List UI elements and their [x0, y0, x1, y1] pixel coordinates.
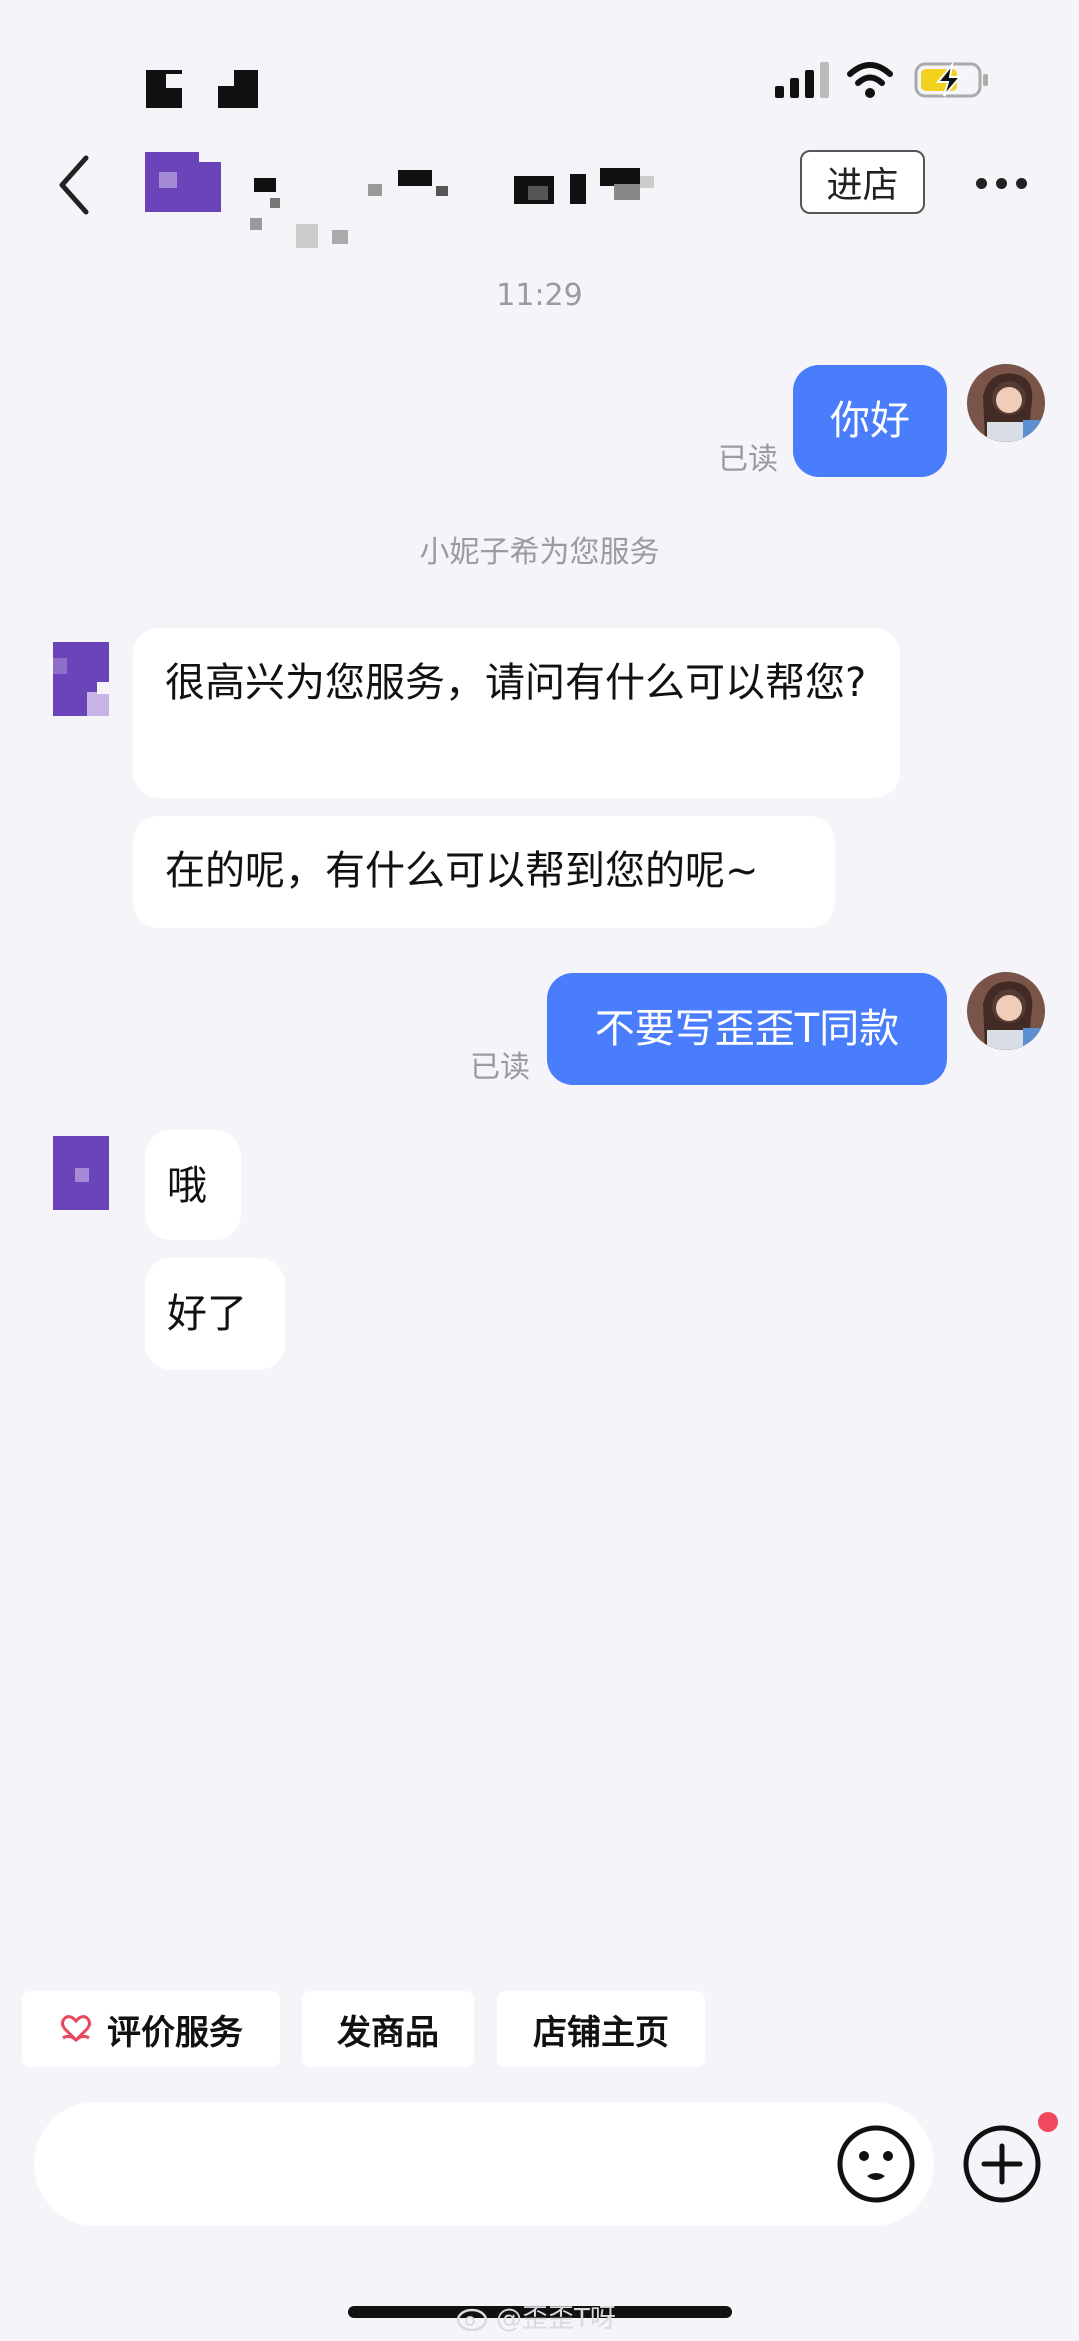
shop-message-bubble[interactable]: 在的呢，有什么可以帮到您的呢~ [133, 816, 835, 928]
rate-service-button[interactable]: 评价服务 [22, 1991, 280, 2067]
system-note: 小妮子希为您服务 [419, 535, 660, 570]
shop-avatar-small [53, 642, 109, 716]
message-input[interactable] [74, 2132, 794, 2196]
shop-message-bubble[interactable]: 好了 [145, 1258, 285, 1370]
read-receipt: 已读 [718, 442, 778, 477]
status-bar [0, 0, 1079, 130]
watermark: @歪歪T呀 [456, 2298, 616, 2335]
my-avatar[interactable] [967, 972, 1045, 1050]
store-homepage-label: 店铺主页 [533, 2012, 669, 2053]
emoji-icon[interactable] [836, 2124, 916, 2204]
my-message-bubble[interactable]: 不要写歪歪T同款 [547, 973, 947, 1085]
back-arrow-icon[interactable] [52, 150, 96, 220]
heart-hand-icon [61, 2015, 91, 2043]
weibo-icon [456, 2308, 488, 2331]
message-input-bar [34, 2102, 934, 2226]
chat-header: 进店 [0, 130, 1079, 250]
read-receipt: 已读 [470, 1050, 530, 1085]
battery-charging-icon [914, 61, 988, 98]
shop-avatar[interactable] [145, 146, 221, 216]
store-homepage-button[interactable]: 店铺主页 [497, 1991, 705, 2067]
wifi-icon [847, 62, 893, 98]
send-product-button[interactable]: 发商品 [302, 1991, 474, 2067]
shop-message-bubble[interactable]: 哦 [145, 1130, 241, 1240]
watermark-text: @歪歪T呀 [496, 2304, 616, 2334]
avatar-photo [967, 364, 1045, 442]
shop-name-redacted [250, 168, 654, 248]
send-product-label: 发商品 [337, 2012, 439, 2053]
message-timestamp: 11:29 [496, 278, 583, 313]
my-avatar[interactable] [967, 364, 1045, 442]
shop-message-bubble[interactable]: 很高兴为您服务，请问有什么可以帮您? [133, 628, 900, 798]
more-options-icon[interactable] [972, 174, 1032, 194]
status-time-blur-cut [218, 70, 234, 86]
my-message-bubble[interactable]: 你好 [793, 365, 947, 477]
avatar-photo [967, 972, 1045, 1050]
add-more-icon[interactable] [962, 2124, 1042, 2204]
enter-store-button[interactable]: 进店 [800, 150, 925, 214]
notification-dot [1038, 2112, 1058, 2132]
shop-avatar-small [53, 1136, 109, 1210]
signal-icon [775, 62, 829, 98]
status-time-blur-cut [166, 74, 186, 88]
rate-service-label: 评价服务 [107, 2012, 243, 2053]
